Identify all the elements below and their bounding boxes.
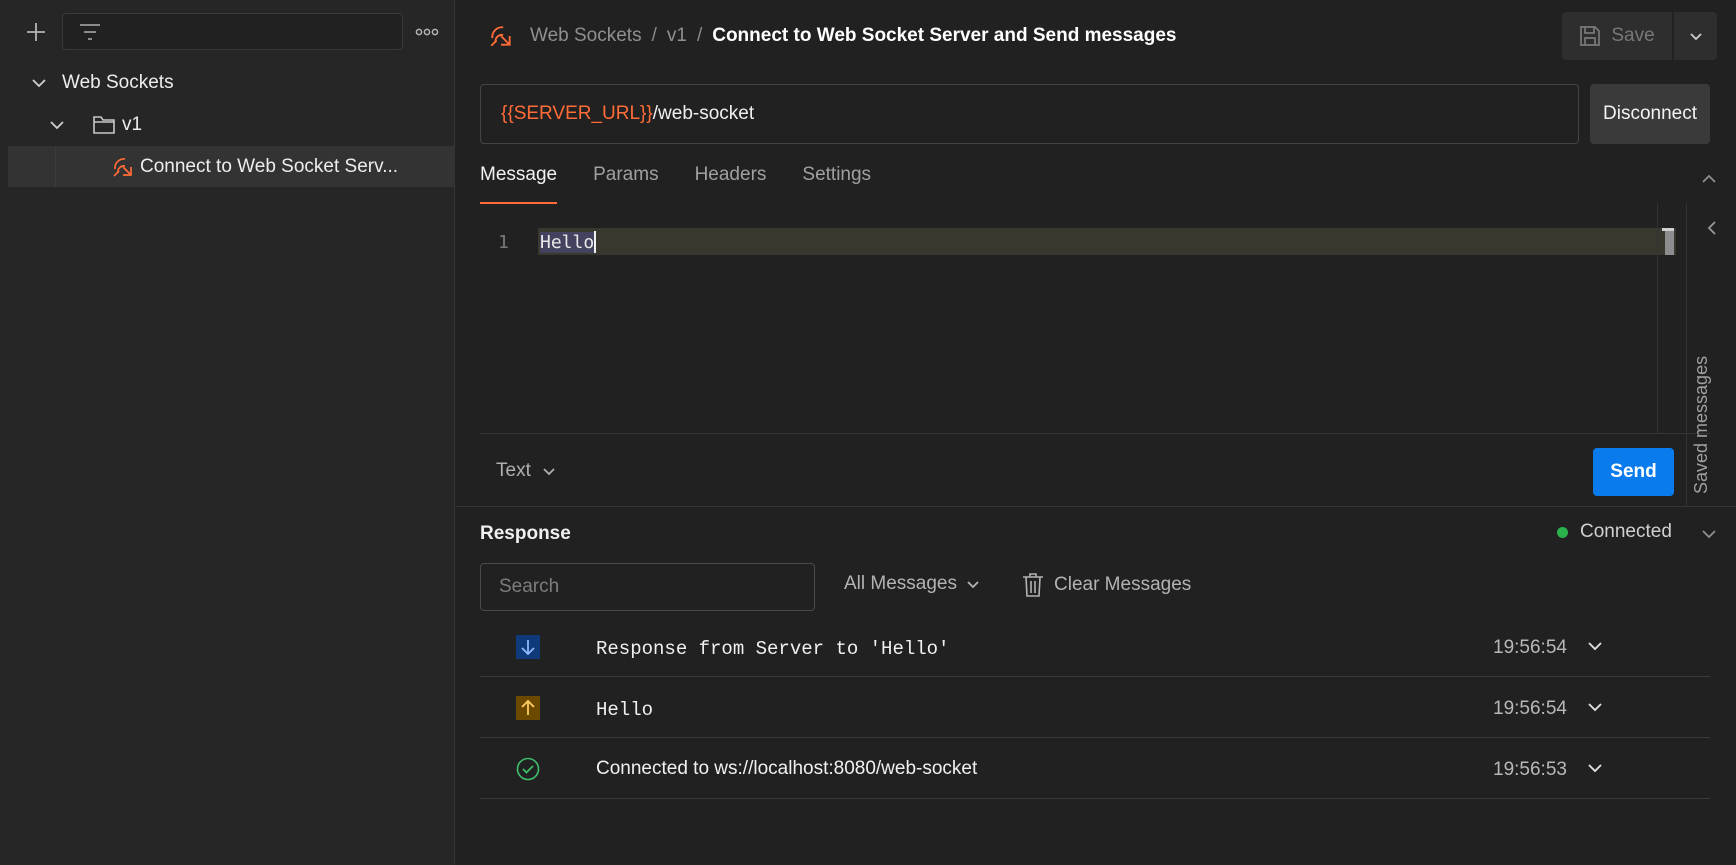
chevron-down-icon bbox=[50, 121, 64, 130]
status-dot-icon bbox=[1557, 526, 1568, 538]
tree-item-folder[interactable]: v1 bbox=[8, 104, 455, 145]
tree-item-label: v1 bbox=[122, 113, 143, 135]
trash-icon bbox=[1023, 573, 1043, 597]
arrow-down-icon bbox=[516, 635, 540, 659]
save-button[interactable]: Save bbox=[1562, 12, 1672, 60]
tab-headers[interactable]: Headers bbox=[695, 164, 767, 204]
sidebar-toolbar bbox=[0, 0, 455, 64]
more-options-button[interactable] bbox=[413, 18, 441, 46]
plus-icon bbox=[27, 23, 45, 41]
message-time: 19:56:54 bbox=[1493, 637, 1567, 658]
clear-label: Clear Messages bbox=[1054, 574, 1192, 595]
tree-item-request[interactable]: Connect to Web Socket Serv... bbox=[8, 146, 455, 187]
editor-text: Hello bbox=[540, 232, 595, 253]
breadcrumb-request-name[interactable]: Connect to Web Socket Server and Send me… bbox=[712, 25, 1176, 47]
chevron-down-icon bbox=[1689, 33, 1702, 41]
saved-messages-label: Saved messages bbox=[1691, 355, 1711, 494]
tree-item-collection[interactable]: Web Sockets bbox=[8, 62, 455, 103]
save-options-button[interactable] bbox=[1674, 12, 1717, 60]
editor-line[interactable]: Hello bbox=[540, 230, 597, 253]
text-caret bbox=[594, 230, 597, 253]
folder-icon bbox=[93, 116, 115, 134]
websocket-icon bbox=[113, 158, 132, 177]
message-row[interactable]: Response from Server to 'Hello' 19:56:54 bbox=[480, 616, 1710, 677]
connection-status: Connected bbox=[1557, 521, 1672, 543]
save-label: Save bbox=[1611, 25, 1655, 46]
response-search-input[interactable] bbox=[480, 563, 815, 611]
breadcrumb-folder[interactable]: v1 bbox=[667, 25, 687, 47]
sidebar-filter-input[interactable] bbox=[62, 13, 403, 50]
tab-settings[interactable]: Settings bbox=[802, 164, 871, 204]
tab-message[interactable]: Message bbox=[480, 164, 558, 204]
arrow-up-icon bbox=[516, 696, 540, 720]
response-header: Response Connected bbox=[456, 506, 1736, 562]
message-row[interactable]: Hello 19:56:54 bbox=[480, 677, 1710, 738]
chevron-down-icon[interactable] bbox=[1586, 698, 1604, 716]
message-row[interactable]: Connected to ws://localhost:8080/web-soc… bbox=[480, 738, 1710, 799]
floppy-disk-icon bbox=[1580, 26, 1601, 46]
message-text: Hello bbox=[596, 699, 654, 721]
new-button[interactable] bbox=[22, 18, 50, 46]
url-path: /web-socket bbox=[652, 103, 755, 124]
url-variable: {{SERVER_URL}} bbox=[501, 103, 653, 124]
chevron-down-icon[interactable] bbox=[1586, 637, 1604, 655]
breadcrumb-collection[interactable]: Web Sockets bbox=[530, 25, 642, 47]
chevron-down-icon[interactable] bbox=[1700, 525, 1718, 543]
chevron-left-icon[interactable] bbox=[1705, 220, 1719, 236]
active-line-highlight bbox=[538, 228, 1676, 255]
sidebar: Web Sockets v1 Connect to Web Socket Ser… bbox=[0, 0, 455, 865]
url-input[interactable]: {{SERVER_URL}}/web-socket bbox=[480, 84, 1579, 144]
send-button[interactable]: Send bbox=[1593, 448, 1674, 496]
filter-icon bbox=[80, 24, 100, 40]
message-text: Response from Server to 'Hello' bbox=[596, 638, 950, 660]
chevron-down-icon[interactable] bbox=[1586, 759, 1604, 777]
main-panel: Web Sockets / v1 / Connect to Web Socket… bbox=[456, 0, 1736, 865]
websocket-icon bbox=[488, 23, 514, 49]
tree-item-label: Web Sockets bbox=[62, 71, 174, 93]
format-select[interactable]: Text bbox=[496, 460, 557, 482]
save-group: Save bbox=[1562, 12, 1717, 60]
chevron-down-icon bbox=[543, 468, 555, 476]
breadcrumb: Web Sockets / v1 / Connect to Web Socket… bbox=[488, 20, 1176, 52]
status-label: Connected bbox=[1580, 521, 1672, 542]
tree-item-label: Connect to Web Socket Serv... bbox=[140, 155, 399, 177]
tree-guide bbox=[55, 146, 56, 187]
saved-messages-panel[interactable]: Saved messages bbox=[1686, 204, 1736, 506]
message-time: 19:56:54 bbox=[1493, 698, 1567, 719]
scrollbar-thumb[interactable] bbox=[1662, 228, 1674, 255]
message-editor[interactable]: 1 Hello bbox=[480, 204, 1710, 434]
message-filter-dropdown[interactable]: All Messages bbox=[844, 573, 981, 595]
clear-messages-button[interactable]: Clear Messages bbox=[1022, 572, 1191, 598]
request-tabs: Message Params Headers Settings bbox=[480, 164, 871, 204]
chevron-down-icon bbox=[967, 581, 979, 589]
breadcrumb-separator: / bbox=[651, 25, 657, 46]
response-title: Response bbox=[480, 523, 571, 544]
line-number: 1 bbox=[498, 232, 509, 253]
check-circle-icon bbox=[516, 757, 540, 781]
chevron-down-icon bbox=[32, 79, 46, 88]
disconnect-button[interactable]: Disconnect bbox=[1590, 84, 1710, 144]
message-text: Connected to ws://localhost:8080/web-soc… bbox=[596, 758, 978, 779]
editor-scroll-track bbox=[1657, 204, 1658, 434]
format-label: Text bbox=[496, 460, 531, 481]
chevron-up-icon[interactable] bbox=[1700, 170, 1718, 188]
filter-label: All Messages bbox=[844, 573, 957, 594]
tab-params[interactable]: Params bbox=[593, 164, 658, 204]
breadcrumb-separator: / bbox=[696, 25, 703, 46]
message-time: 19:56:53 bbox=[1493, 759, 1567, 780]
ellipsis-icon bbox=[415, 28, 439, 36]
